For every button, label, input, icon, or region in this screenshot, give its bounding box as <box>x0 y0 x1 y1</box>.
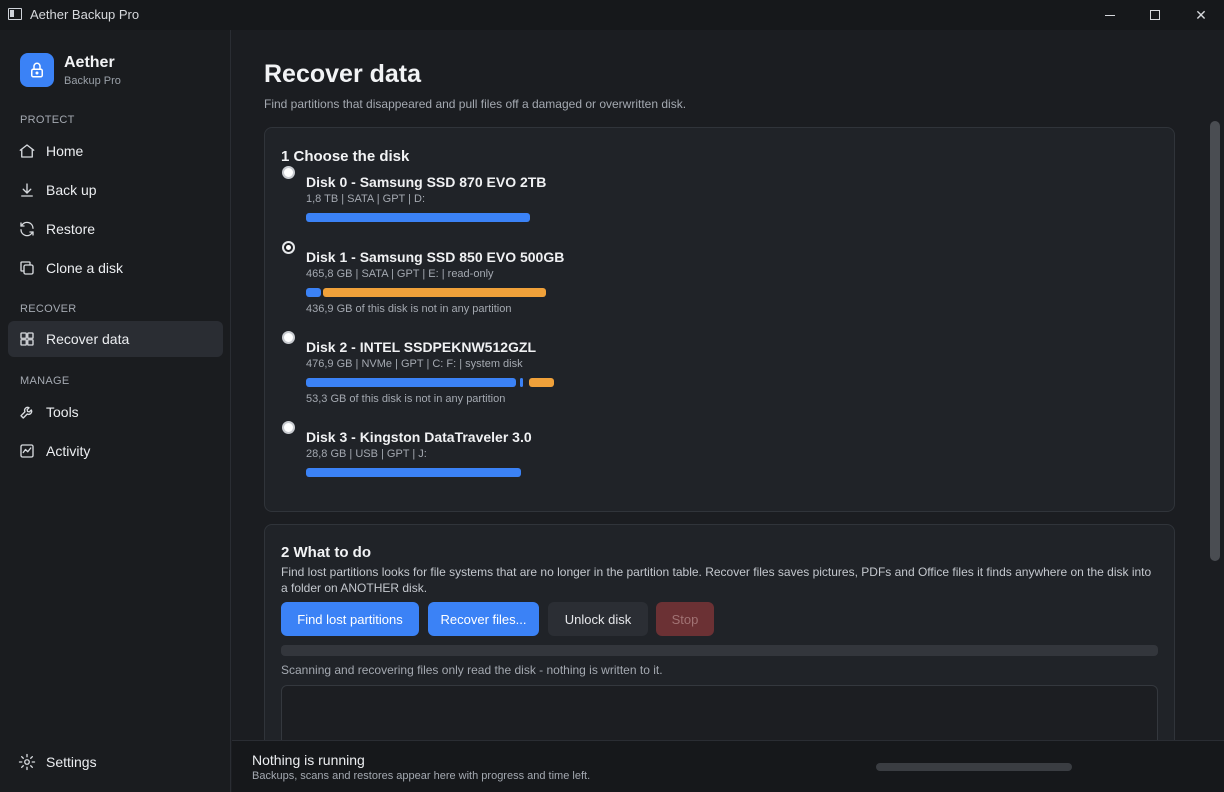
disk-1-unallocated-bar <box>323 288 546 297</box>
status-subtitle: Backups, scans and restores appear here … <box>252 770 591 782</box>
title-bar: Aether Backup Pro ✕ <box>0 0 1224 30</box>
disk-3-partition-bar <box>306 468 521 477</box>
disk-1-meta: 465,8 GB | SATA | GPT | E: | read-only <box>306 268 494 280</box>
activity-icon <box>20 444 34 458</box>
minimize-button[interactable] <box>1087 0 1133 30</box>
lock-icon <box>31 62 43 78</box>
section-label-recover: RECOVER <box>20 303 77 315</box>
disk-3-meta: 28,8 GB | USB | GPT | J: <box>306 448 427 460</box>
home-icon <box>19 144 35 158</box>
status-title: Nothing is running <box>252 752 365 768</box>
puzzle-icon <box>20 332 34 346</box>
minimize-icon <box>1105 14 1115 16</box>
copy-icon <box>20 261 34 275</box>
unlock-disk-button[interactable]: Unlock disk <box>548 602 648 636</box>
sidebar-item-label: Restore <box>46 221 96 237</box>
main-content: Recover data Find partitions that disapp… <box>232 30 1224 740</box>
download-icon <box>21 183 33 197</box>
sidebar-item-label: Back up <box>46 182 97 198</box>
disk-2-unallocated-bar <box>529 378 554 387</box>
status-bar: Nothing is running Backups, scans and re… <box>232 740 1224 792</box>
close-button[interactable]: ✕ <box>1178 0 1224 30</box>
disk-1-partition-bar <box>306 288 321 297</box>
sidebar-item-label: Recover data <box>46 331 130 347</box>
status-progress-bar <box>876 763 1072 771</box>
sidebar: Aether Backup Pro PROTECT Home Back up R… <box>0 30 231 792</box>
maximize-button[interactable] <box>1132 0 1178 30</box>
window-title: Aether Backup Pro <box>30 7 140 22</box>
disk-3-name: Disk 3 - Kingston DataTraveler 3.0 <box>306 429 532 445</box>
disk-2-meta: 476,9 GB | NVMe | GPT | C: F: | system d… <box>306 358 523 370</box>
sidebar-item-recover-data[interactable]: Recover data <box>8 321 223 357</box>
maximize-icon <box>1150 10 1160 20</box>
scan-log-area <box>281 685 1158 740</box>
sidebar-item-home[interactable]: Home <box>8 133 223 169</box>
sidebar-item-activity[interactable]: Activity <box>8 433 223 469</box>
section-label-protect: PROTECT <box>20 114 75 126</box>
brand-logo <box>20 53 54 87</box>
gear-icon <box>18 753 36 771</box>
disk-2-note: 53,3 GB of this disk is not in any parti… <box>306 393 506 405</box>
safety-note: Scanning and recovering files only read … <box>281 663 663 677</box>
refresh-icon <box>20 221 34 237</box>
brand-subtitle: Backup Pro <box>64 75 121 87</box>
disk-1-name: Disk 1 - Samsung SSD 850 EVO 500GB <box>306 249 565 265</box>
scan-progress-bar <box>281 645 1158 656</box>
disk-2-radio[interactable] <box>282 331 295 344</box>
brand-name: Aether <box>64 54 115 71</box>
close-icon: ✕ <box>1195 6 1207 23</box>
sidebar-item-label: Settings <box>46 754 97 770</box>
wrench-icon <box>20 406 33 419</box>
page-title: Recover data <box>264 60 422 88</box>
disk-2-partition-bar <box>306 378 516 387</box>
disk-0-meta: 1,8 TB | SATA | GPT | D: <box>306 193 426 205</box>
sidebar-item-label: Activity <box>46 443 91 459</box>
vertical-scrollbar[interactable] <box>1210 121 1220 561</box>
sidebar-item-settings[interactable]: Settings <box>8 744 223 780</box>
app-icon <box>8 8 22 20</box>
disk-3-radio[interactable] <box>282 421 295 434</box>
find-lost-partitions-button[interactable]: Find lost partitions <box>281 602 419 636</box>
disk-1-note: 436,9 GB of this disk is not in any part… <box>306 303 512 315</box>
choose-disk-title: 1 Choose the disk <box>281 148 410 165</box>
disk-0-radio[interactable] <box>282 166 295 179</box>
sidebar-item-label: Tools <box>46 404 79 420</box>
sidebar-item-back-up[interactable]: Back up <box>8 172 223 208</box>
page-subtitle: Find partitions that disappeared and pul… <box>264 97 687 111</box>
disk-1-radio[interactable] <box>282 241 295 254</box>
sidebar-item-tools[interactable]: Tools <box>8 394 223 430</box>
disk-2-name: Disk 2 - INTEL SSDPEKNW512GZL <box>306 339 537 355</box>
what-to-do-card: 2 What to do Find lost partitions looks … <box>264 524 1175 740</box>
disk-2-small-partition-bar <box>520 378 523 387</box>
sidebar-item-label: Home <box>46 143 84 159</box>
section-label-manage: MANAGE <box>20 375 70 387</box>
what-to-do-description: Find lost partitions looks for file syst… <box>281 565 1152 595</box>
what-to-do-title: 2 What to do <box>281 544 371 561</box>
recover-files-button[interactable]: Recover files... <box>428 602 539 636</box>
sidebar-item-restore[interactable]: Restore <box>8 211 223 247</box>
choose-disk-card: 1 Choose the disk Disk 0 - Samsung SSD 8… <box>264 127 1175 512</box>
stop-button[interactable]: Stop <box>656 602 714 636</box>
disk-0-name: Disk 0 - Samsung SSD 870 EVO 2TB <box>306 174 547 190</box>
disk-0-partition-bar <box>306 213 530 222</box>
sidebar-item-clone-a-disk[interactable]: Clone a disk <box>8 250 223 286</box>
sidebar-item-label: Clone a disk <box>46 260 124 276</box>
